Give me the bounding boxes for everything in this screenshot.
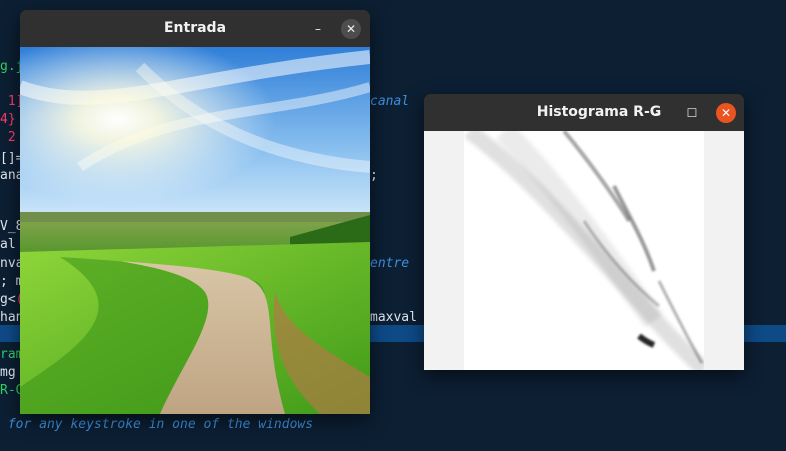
histogram-canvas-area: [424, 123, 744, 370]
landscape-road-image: [20, 47, 370, 414]
code-token: maxval: [370, 310, 417, 325]
code-line: 4}: [0, 112, 16, 127]
entrada-window[interactable]: Entrada – ✕: [20, 10, 370, 414]
rg-histogram-image: [464, 123, 710, 370]
window-titlebar[interactable]: Entrada – ✕: [20, 10, 370, 47]
code-token: ;: [370, 168, 378, 183]
maximize-icon: ☐: [686, 106, 698, 120]
code-line: al: [0, 237, 16, 252]
input-image: [20, 47, 370, 414]
minimize-button[interactable]: –: [308, 19, 328, 39]
minimize-button[interactable]: –: [648, 103, 668, 123]
window-titlebar[interactable]: Histograma R-G – ☐ ✕: [424, 94, 744, 131]
code-token: g<: [0, 292, 16, 307]
minimize-icon: –: [315, 22, 321, 36]
code-comment: canal: [370, 94, 410, 109]
minimize-icon: –: [655, 106, 661, 120]
close-icon: ✕: [345, 22, 357, 36]
maximize-button[interactable]: ☐: [682, 103, 702, 123]
close-button[interactable]: ✕: [716, 103, 736, 123]
close-icon: ✕: [720, 106, 732, 120]
rg-histogram-graphic: [464, 123, 710, 370]
histogram-window[interactable]: Histograma R-G – ☐ ✕: [424, 94, 744, 370]
code-line: 2: [0, 130, 16, 145]
code-comment: entre: [370, 256, 410, 271]
code-line: mg: [0, 365, 16, 380]
code-comment: for any keystroke in one of the windows: [0, 417, 314, 432]
close-button[interactable]: ✕: [341, 19, 361, 39]
